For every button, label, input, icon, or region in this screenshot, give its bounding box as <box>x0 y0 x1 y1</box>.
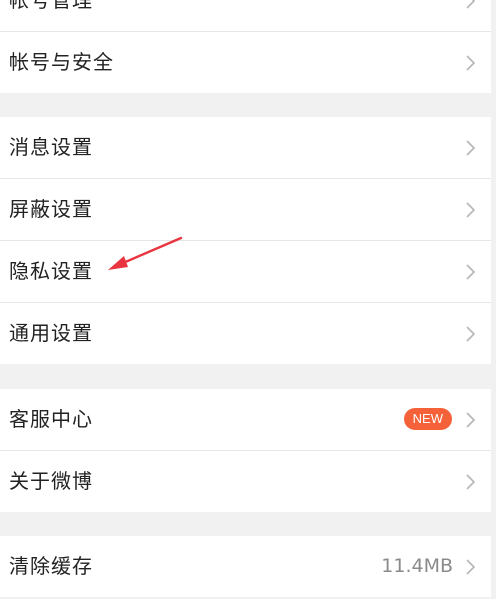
settings-item-label: 关于微博 <box>9 469 93 493</box>
settings-item-message-settings[interactable]: 消息设置 <box>0 117 491 178</box>
new-badge: NEW <box>403 408 452 430</box>
chevron-right-icon <box>466 263 476 280</box>
chevron-right-icon <box>466 558 476 575</box>
settings-item-label: 帐号与安全 <box>9 50 114 74</box>
settings-item-account-management[interactable]: 帐号管理 <box>0 0 491 31</box>
settings-item-label: 清除缓存 <box>9 554 93 578</box>
settings-item-account-security[interactable]: 帐号与安全 <box>0 32 491 93</box>
chevron-right-icon <box>466 201 476 218</box>
settings-item-label: 隐私设置 <box>9 259 93 283</box>
settings-item-privacy-settings[interactable]: 隐私设置 <box>0 241 491 302</box>
settings-item-general-settings[interactable]: 通用设置 <box>0 303 491 364</box>
settings-item-about-weibo[interactable]: 关于微博 <box>0 451 491 512</box>
chevron-right-icon <box>466 411 476 428</box>
settings-item-customer-service[interactable]: 客服中心 NEW <box>0 389 491 450</box>
chevron-right-icon <box>466 139 476 156</box>
settings-item-block-settings[interactable]: 屏蔽设置 <box>0 179 491 240</box>
settings-item-label: 消息设置 <box>9 135 93 159</box>
chevron-right-icon <box>466 473 476 490</box>
settings-item-clear-cache[interactable]: 清除缓存 11.4MB <box>0 536 491 597</box>
chevron-right-icon <box>466 54 476 71</box>
cache-size-value: 11.4MB <box>381 555 453 577</box>
chevron-right-icon <box>466 325 476 342</box>
settings-item-label: 客服中心 <box>9 407 93 431</box>
screen-right-edge <box>491 0 496 599</box>
settings-item-label: 屏蔽设置 <box>9 197 93 221</box>
chevron-right-icon <box>466 0 476 9</box>
settings-item-label: 帐号管理 <box>9 0 93 12</box>
settings-item-label: 通用设置 <box>9 321 93 345</box>
